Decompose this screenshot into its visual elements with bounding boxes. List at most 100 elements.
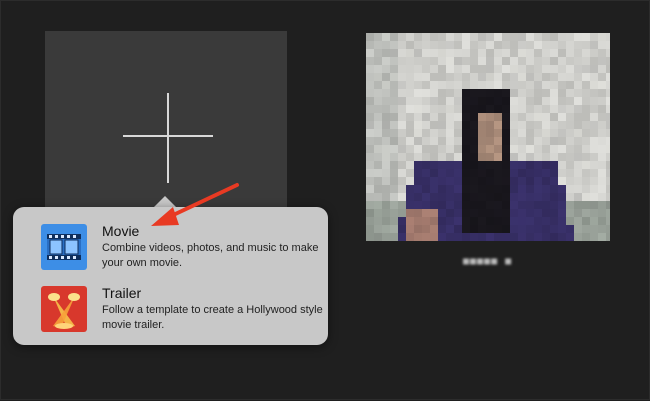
mosaic-pixel [606,121,610,129]
mosaic-pixel [582,185,590,193]
mosaic-pixel [534,97,542,105]
menu-item-trailer[interactable]: Trailer Follow a template to create a Ho… [41,285,323,341]
mosaic-pixel [398,121,406,129]
mosaic-pixel [438,65,446,73]
mosaic-pixel [606,233,610,241]
mosaic-pixel [502,161,510,169]
mosaic-pixel [566,185,574,193]
mosaic-pixel [502,185,510,193]
mosaic-pixel [422,65,430,73]
mosaic-pixel [438,233,446,241]
mosaic-pixel [542,57,550,65]
mosaic-pixel [406,97,414,105]
mosaic-pixel [430,121,438,129]
mosaic-pixel [430,193,438,201]
mosaic-pixel [422,33,430,41]
mosaic-pixel [550,233,558,241]
mosaic-pixel [470,97,478,105]
new-project-tile[interactable] [45,31,287,209]
mosaic-pixel [494,145,502,153]
mosaic-pixel [446,41,454,49]
mosaic-pixel [558,57,566,65]
mosaic-pixel [478,49,486,57]
mosaic-pixel [518,193,526,201]
mosaic-pixel [414,193,422,201]
mosaic-pixel [366,97,374,105]
mosaic-pixel [366,33,374,41]
mosaic-pixel [526,153,534,161]
mosaic-pixel [414,73,422,81]
mosaic-pixel [374,89,382,97]
mosaic-pixel [502,41,510,49]
mosaic-pixel [454,113,462,121]
mosaic-pixel [406,121,414,129]
mosaic-pixel [390,129,398,137]
mosaic-pixel [542,105,550,113]
mosaic-pixel [558,169,566,177]
mosaic-pixel [486,217,494,225]
mosaic-pixel [486,209,494,217]
mosaic-pixel [454,185,462,193]
mosaic-pixel [542,233,550,241]
mosaic-pixel [582,81,590,89]
mosaic-pixel [462,105,470,113]
mosaic-pixel [518,113,526,121]
mosaic-pixel [422,193,430,201]
mosaic-pixel [526,41,534,49]
mosaic-pixel [478,89,486,97]
mosaic-pixel [374,161,382,169]
mosaic-pixel [366,161,374,169]
mosaic-pixel [486,73,494,81]
mosaic-pixel [534,209,542,217]
mosaic-pixel [494,49,502,57]
mosaic-pixel [366,81,374,89]
mosaic-pixel [382,57,390,65]
mosaic-pixel [374,57,382,65]
mosaic-pixel [502,129,510,137]
mosaic-pixel [446,73,454,81]
project-thumbnail[interactable] [366,33,610,241]
mosaic-pixel [414,153,422,161]
mosaic-pixel [598,161,606,169]
mosaic-pixel [582,33,590,41]
mosaic-pixel [382,137,390,145]
mosaic-pixel [518,65,526,73]
mosaic-pixel [606,177,610,185]
mosaic-pixel [470,201,478,209]
mosaic-pixel [462,49,470,57]
mosaic-pixel [398,33,406,41]
mosaic-pixel [446,65,454,73]
mosaic-pixel [486,169,494,177]
mosaic-pixel [374,209,382,217]
mosaic-pixel [510,57,518,65]
mosaic-pixel [398,137,406,145]
mosaic-pixel [390,33,398,41]
mosaic-pixel [454,233,462,241]
mosaic-pixel [398,65,406,73]
mosaic-pixel [470,169,478,177]
mosaic-pixel [422,145,430,153]
mosaic-pixel [606,169,610,177]
mosaic-pixel [486,193,494,201]
mosaic-pixel [598,97,606,105]
mosaic-pixel [430,233,438,241]
mosaic-pixel [470,89,478,97]
menu-item-movie[interactable]: Movie Combine videos, photos, and music … [41,223,318,279]
mosaic-pixel [382,185,390,193]
mosaic-pixel [446,105,454,113]
mosaic-pixel [534,161,542,169]
mosaic-pixel [430,145,438,153]
mosaic-pixel [606,89,610,97]
mosaic-pixel [390,217,398,225]
mosaic-pixel [558,73,566,81]
mosaic-pixel [478,73,486,81]
mosaic-pixel [510,97,518,105]
mosaic-pixel [598,129,606,137]
mosaic-pixel [374,233,382,241]
mosaic-pixel [462,233,470,241]
mosaic-pixel [606,113,610,121]
mosaic-pixel [398,129,406,137]
mosaic-pixel [606,97,610,105]
mosaic-pixel [518,177,526,185]
mosaic-pixel [446,185,454,193]
